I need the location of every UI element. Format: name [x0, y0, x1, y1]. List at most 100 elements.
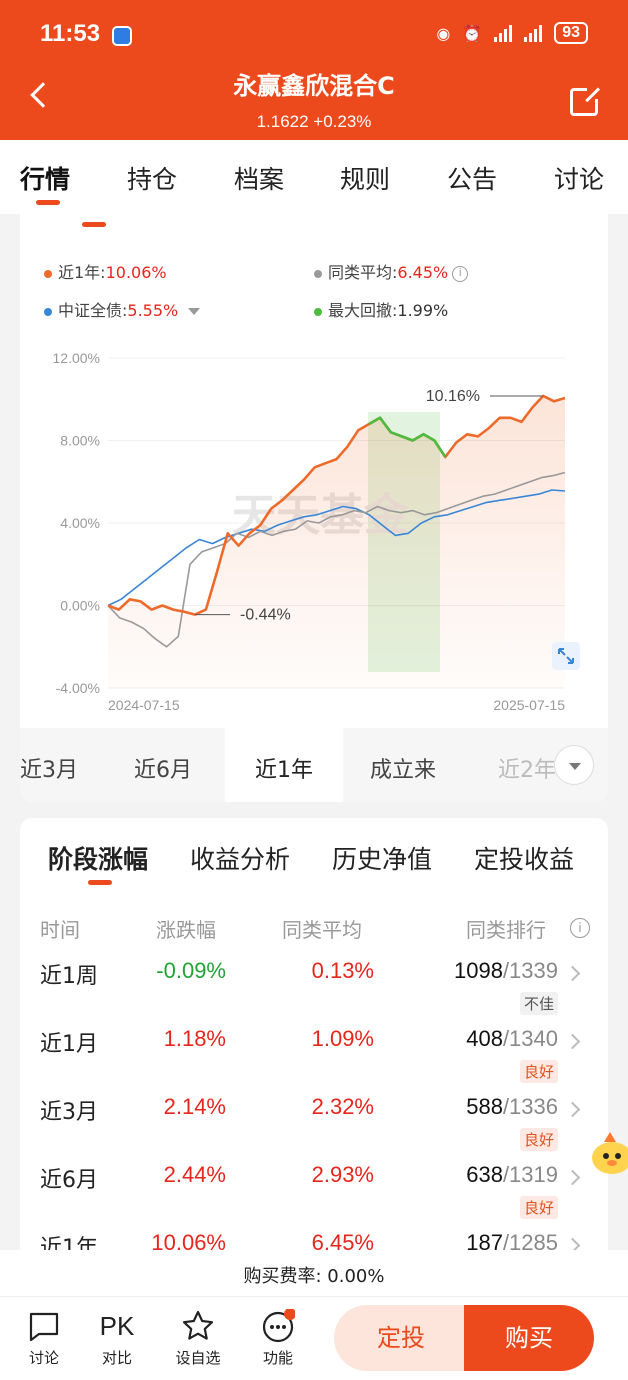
- eye-icon: ◉: [436, 23, 451, 43]
- y-tick-label: 12.00%: [53, 350, 100, 366]
- min-label: -0.44%: [240, 607, 291, 624]
- tab-holdings[interactable]: 持仓: [127, 160, 177, 196]
- tab-stage-return[interactable]: 阶段涨幅: [48, 840, 148, 876]
- row-rank: 638/1319: [466, 1162, 558, 1187]
- rank-badge: 良好: [519, 1196, 558, 1219]
- row-change: -0.09%: [156, 958, 226, 983]
- table-row[interactable]: 近1月 1.18% 1.09% 408/1340 良好: [20, 1026, 608, 1094]
- rank-badge: 良好: [519, 1128, 558, 1151]
- table-row[interactable]: 近1周 -0.09% 0.13% 1098/1339 不佳: [20, 958, 608, 1026]
- rank-badge: 不佳: [519, 992, 558, 1015]
- tab-indicator: [36, 200, 60, 205]
- status-time: 11:53: [40, 20, 101, 47]
- period-6m[interactable]: 近6月: [134, 752, 192, 784]
- row-change: 2.14%: [163, 1094, 226, 1119]
- row-period: 近6月: [40, 1168, 98, 1193]
- row-peer-avg: 2.32%: [311, 1094, 374, 1119]
- tab-return-analysis[interactable]: 收益分析: [190, 840, 290, 876]
- performance-chart[interactable]: 天天基金 10.16%-0.44% 12.00%8.00%4.00%0.00%-…: [20, 340, 608, 720]
- functions-button[interactable]: 功能: [248, 1308, 308, 1368]
- legend-drawdown[interactable]: 最大回撤:1.99%: [314, 297, 448, 321]
- header-period: 时间: [40, 918, 80, 942]
- chevron-right-icon: [564, 1169, 581, 1186]
- row-rank: 1098/1339: [453, 958, 558, 983]
- rank-info-icon[interactable]: i: [570, 918, 590, 938]
- sub-tab-indicator: [82, 222, 106, 227]
- row-change: 1.18%: [163, 1026, 226, 1051]
- row-period: 近1周: [40, 964, 98, 989]
- rank-badge: 良好: [519, 1060, 558, 1083]
- row-rank: 588/1336: [466, 1094, 558, 1119]
- chevron-right-icon: [564, 1033, 581, 1050]
- chevron-right-icon: [564, 1101, 581, 1118]
- period-since-inception[interactable]: 成立来: [370, 752, 436, 784]
- stage-tab-indicator: [88, 880, 112, 885]
- main-tabs: 行情 持仓 档案 规则 公告 讨论: [0, 140, 628, 214]
- star-icon: [168, 1309, 228, 1343]
- tab-rules[interactable]: 规则: [340, 160, 390, 196]
- row-peer-avg: 1.09%: [311, 1026, 374, 1051]
- alarm-icon: ⏰: [462, 23, 483, 43]
- signal-icon-2: [524, 24, 543, 42]
- x-tick-label: 2024-07-15: [108, 697, 180, 713]
- battery-icon: 93: [554, 22, 588, 44]
- more-icon: [248, 1308, 308, 1343]
- y-tick-label: 0.00%: [60, 598, 100, 614]
- x-tick-label: 2025-07-15: [493, 697, 565, 713]
- row-peer-avg: 0.13%: [311, 958, 374, 983]
- info-icon[interactable]: i: [452, 265, 469, 282]
- buy-button[interactable]: 购买: [464, 1305, 594, 1371]
- row-period: 近1月: [40, 1032, 98, 1057]
- stage-return-card: 阶段涨幅 收益分析 历史净值 定投收益 时间 涨跌幅 同类平均 同类排行 i 近…: [20, 818, 608, 1258]
- table-row[interactable]: 近6月 2.44% 2.93% 638/1319 良好: [20, 1162, 608, 1230]
- share-icon[interactable]: [570, 85, 601, 116]
- legend-dot: [44, 269, 52, 278]
- discuss-button[interactable]: 讨论: [14, 1309, 74, 1368]
- compare-button[interactable]: PK 对比: [87, 1309, 147, 1368]
- legend-dot: [314, 307, 322, 316]
- row-period: 近3月: [40, 1100, 98, 1125]
- page-title: 永赢鑫欣混合C: [233, 72, 395, 100]
- fullscreen-icon[interactable]: [552, 642, 580, 670]
- period-selector: 近3月 近6月 近1年 成立来 近2年: [20, 728, 608, 802]
- auto-invest-button[interactable]: 定投: [334, 1305, 468, 1371]
- table-row[interactable]: 近3月 2.14% 2.32% 588/1336 良好: [20, 1094, 608, 1162]
- app-notification-icon: [112, 26, 132, 46]
- header-peer-rank: 同类排行: [466, 918, 546, 942]
- header-change: 涨跌幅: [156, 918, 216, 942]
- legend-peer[interactable]: 同类平均:6.45% i: [314, 259, 469, 283]
- tab-profile[interactable]: 档案: [234, 160, 284, 196]
- legend-dot: [44, 307, 52, 316]
- period-1y[interactable]: 近1年: [225, 728, 343, 802]
- add-watchlist-button[interactable]: 设自选: [168, 1309, 228, 1368]
- tab-notices[interactable]: 公告: [447, 160, 497, 196]
- period-2y[interactable]: 近2年: [498, 752, 556, 784]
- mascot-icon[interactable]: [588, 1128, 628, 1176]
- tab-discuss[interactable]: 讨论: [554, 160, 604, 196]
- tab-plan-return[interactable]: 定投收益: [474, 840, 574, 876]
- legend-fund[interactable]: 近1年:10.06%: [44, 259, 167, 283]
- pk-icon: PK: [99, 1311, 135, 1341]
- header: 11:53 ◉ ⏰ 93 永赢鑫欣混合C 1.1622 +0.23%: [0, 0, 628, 140]
- legend-dot: [314, 269, 322, 278]
- row-peer-avg: 2.93%: [311, 1162, 374, 1187]
- chevron-right-icon: [564, 965, 581, 982]
- legend-bench[interactable]: 中证全债:5.55%: [44, 297, 201, 321]
- period-3m[interactable]: 近3月: [20, 752, 78, 784]
- signal-icon: [494, 24, 513, 42]
- purchase-fee: 购买费率: 0.00%: [0, 1250, 628, 1296]
- chat-icon: [14, 1309, 74, 1343]
- tab-market[interactable]: 行情: [20, 160, 70, 196]
- y-tick-label: 8.00%: [60, 433, 100, 449]
- y-tick-label: 4.00%: [60, 515, 100, 531]
- nav-price: 1.1622 +0.23%: [256, 112, 372, 131]
- dropdown-caret-icon[interactable]: [188, 308, 201, 315]
- row-change: 2.44%: [163, 1162, 226, 1187]
- fund-area: [108, 395, 565, 688]
- max-label: 10.16%: [426, 388, 480, 405]
- tab-nav-history[interactable]: 历史净值: [332, 840, 432, 876]
- expand-periods-button[interactable]: [554, 745, 594, 785]
- y-tick-label: -4.00%: [56, 680, 100, 696]
- bottom-bar: 讨论 PK 对比 设自选 功能 定投 购买: [0, 1296, 628, 1380]
- status-icons: ◉ ⏰ 93: [436, 22, 588, 44]
